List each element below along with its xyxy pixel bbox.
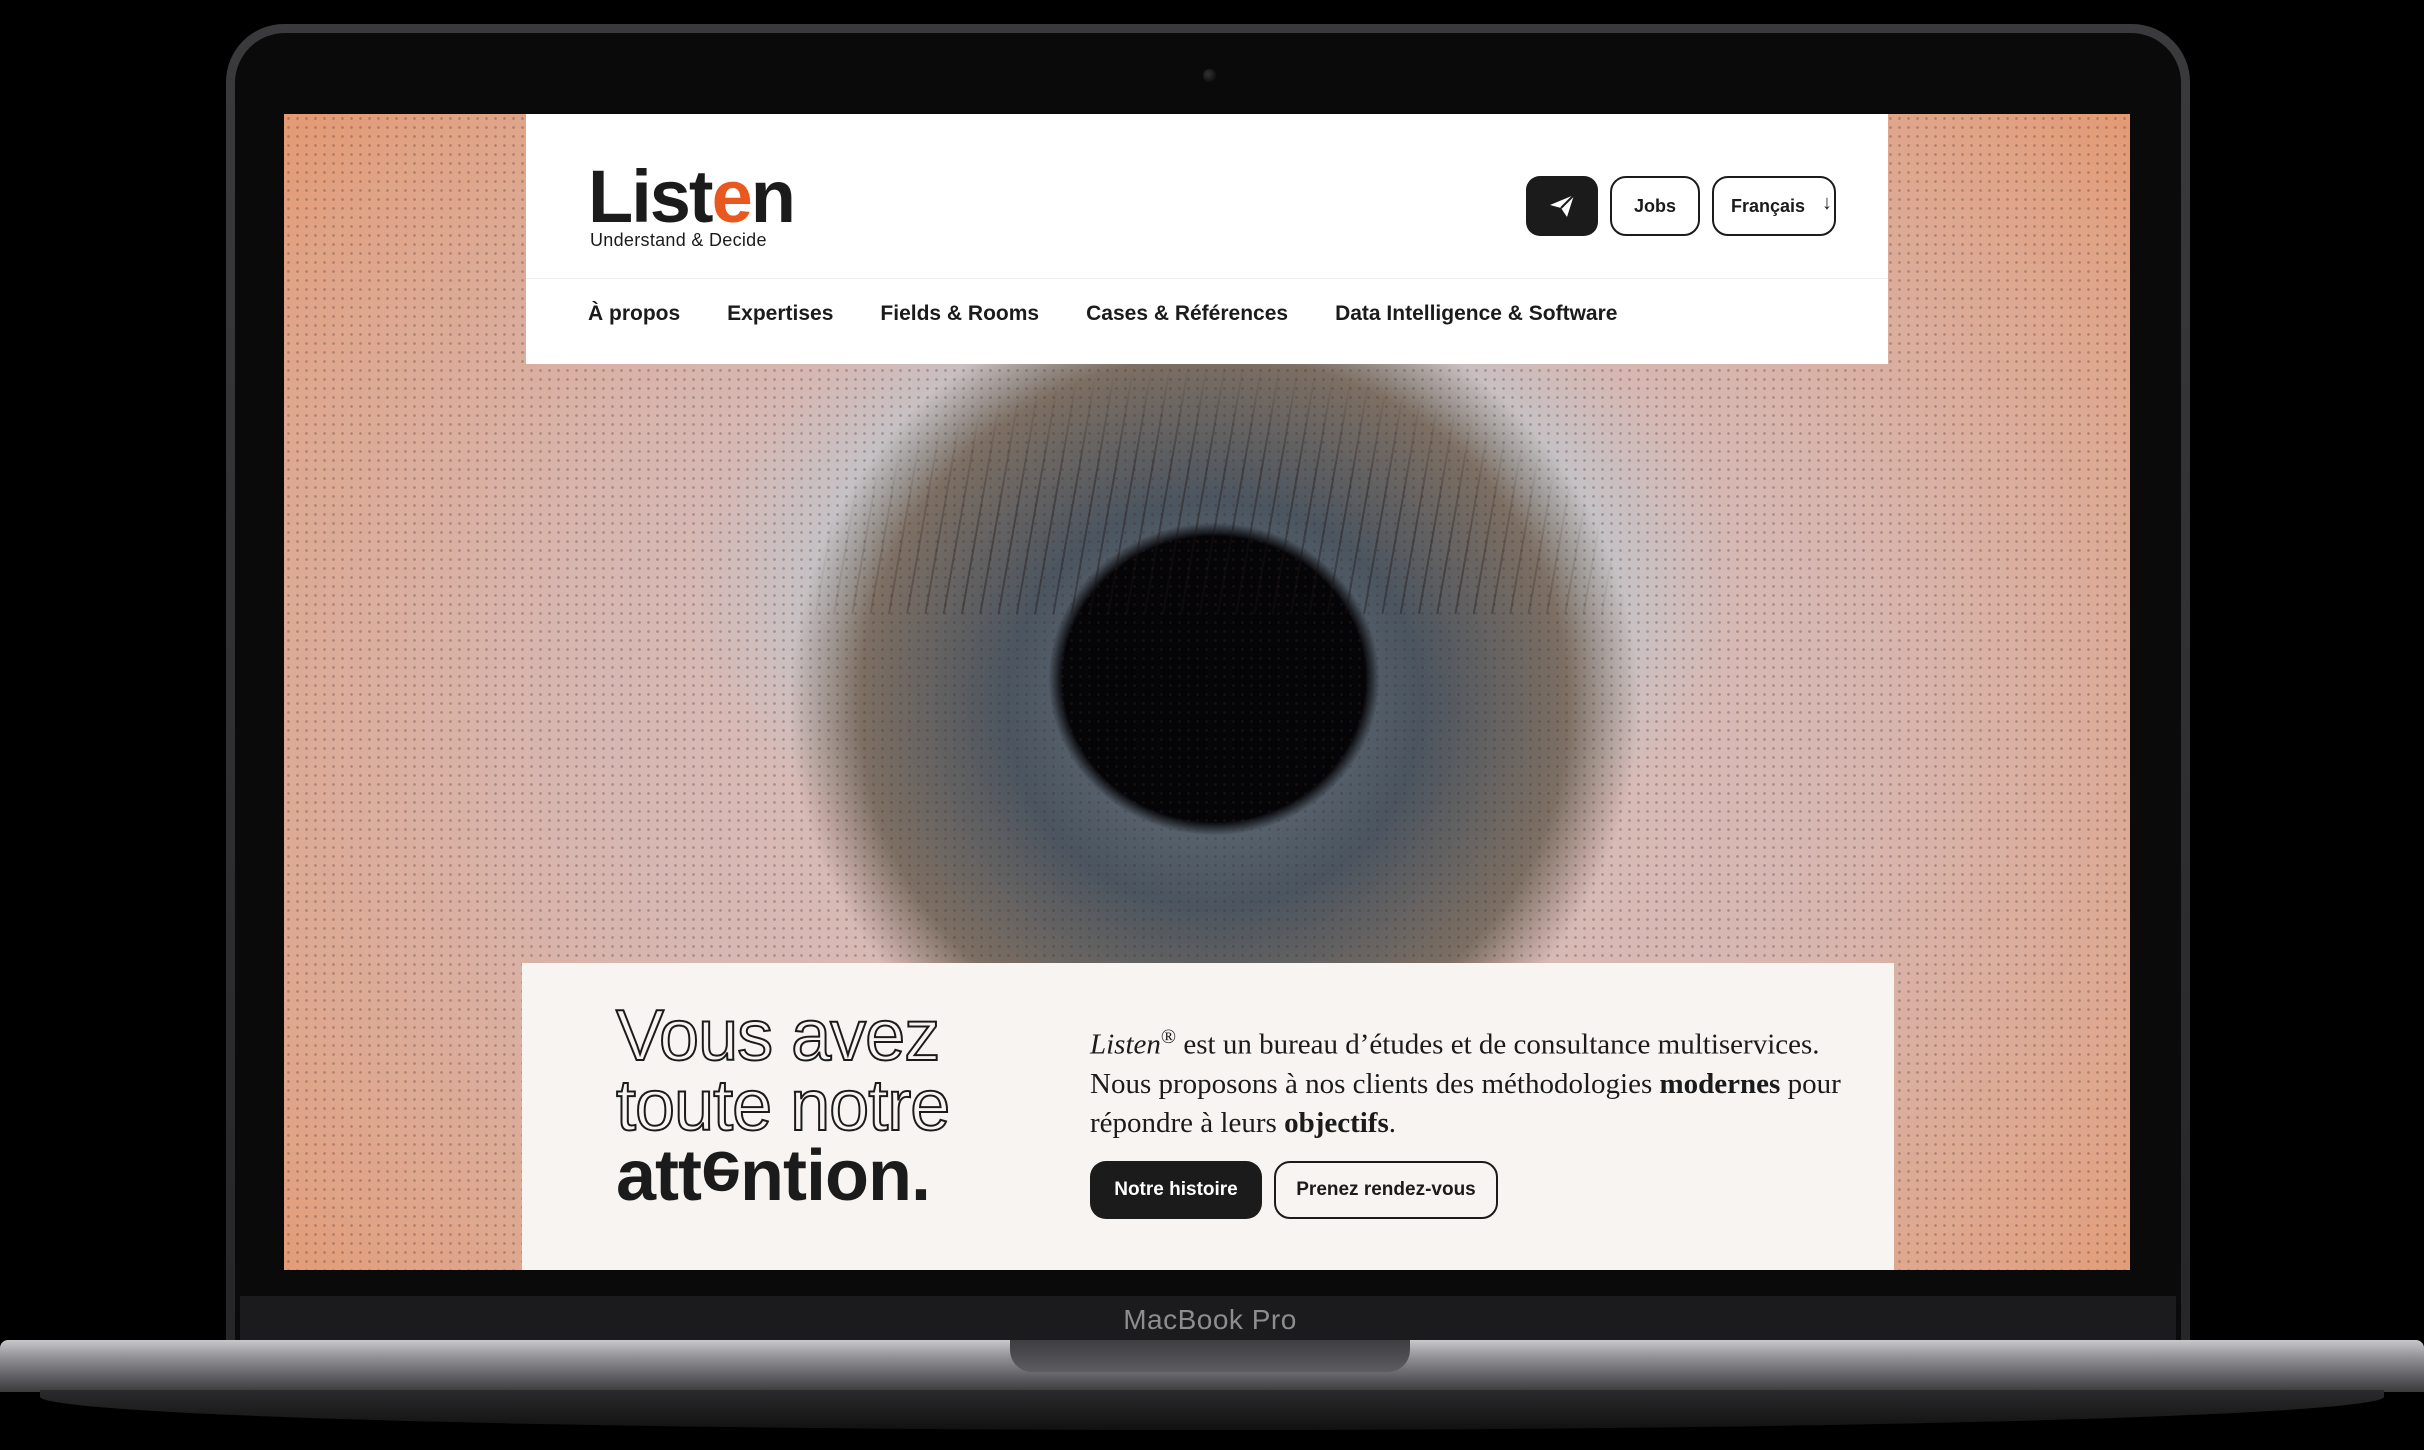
notre-histoire-button[interactable]: Notre histoire: [1090, 1161, 1262, 1219]
contact-button[interactable]: [1526, 176, 1598, 236]
intro-text: Listen® est un bureau d’études et de con…: [1090, 1018, 1850, 1143]
device-label: MacBook Pro: [1123, 1304, 1297, 1335]
logo-text-e: e: [711, 155, 753, 238]
main-nav: À propos Expertises Fields & Rooms Cases…: [588, 302, 1664, 326]
logo[interactable]: Listen: [588, 160, 796, 234]
headline-line-2: toute notre: [615, 1066, 951, 1146]
intro-text-3: .: [1388, 1106, 1396, 1139]
headline-line-1: Vous avez: [615, 996, 941, 1076]
intro-registered: ®: [1160, 1026, 1177, 1048]
camera-icon: [1203, 69, 1216, 82]
logo-tagline: Understand & Decide: [590, 230, 767, 250]
headline-line-3-end: ntion.: [740, 1136, 931, 1216]
hero-headline: Vous avez toute notre attention.: [615, 996, 951, 1216]
jobs-button[interactable]: Jobs: [1610, 176, 1700, 236]
eyelashes: [804, 364, 1624, 614]
nav-item-cases-references[interactable]: Cases & Références: [1086, 302, 1288, 326]
paper-plane-icon: [1550, 194, 1575, 217]
headline-line-3-e: e: [701, 1136, 741, 1216]
nav-item-a-propos[interactable]: À propos: [588, 302, 680, 326]
intro-bold-2: objectifs: [1284, 1106, 1389, 1139]
screen: Listen Understand & Decide Jobs Français…: [284, 114, 2130, 1270]
nav-item-fields-rooms[interactable]: Fields & Rooms: [880, 302, 1039, 326]
intro-brand: Listen: [1090, 1028, 1161, 1061]
headline-line-3-start: att: [616, 1136, 702, 1216]
arrow-down-icon: ↓: [1822, 192, 1832, 214]
logo-text-start: List: [588, 155, 714, 238]
nav-item-expertises[interactable]: Expertises: [727, 302, 833, 326]
intro-panel: Vous avez toute notre attention. Listen®…: [522, 963, 1894, 1270]
laptop-notch: [1010, 1340, 1410, 1372]
prenez-rendez-vous-button[interactable]: Prenez rendez-vous: [1274, 1161, 1498, 1219]
site-header: Listen Understand & Decide Jobs Français…: [526, 114, 1888, 364]
headline-line-3: attention.: [616, 1136, 949, 1216]
header-divider: [526, 278, 1888, 279]
language-selector[interactable]: Français: [1712, 176, 1836, 236]
logo-text-end: n: [750, 155, 796, 238]
nav-item-data-intelligence[interactable]: Data Intelligence & Software: [1335, 302, 1617, 326]
laptop-base-bottom: [40, 1390, 2384, 1430]
intro-bold-1: modernes: [1659, 1067, 1781, 1100]
